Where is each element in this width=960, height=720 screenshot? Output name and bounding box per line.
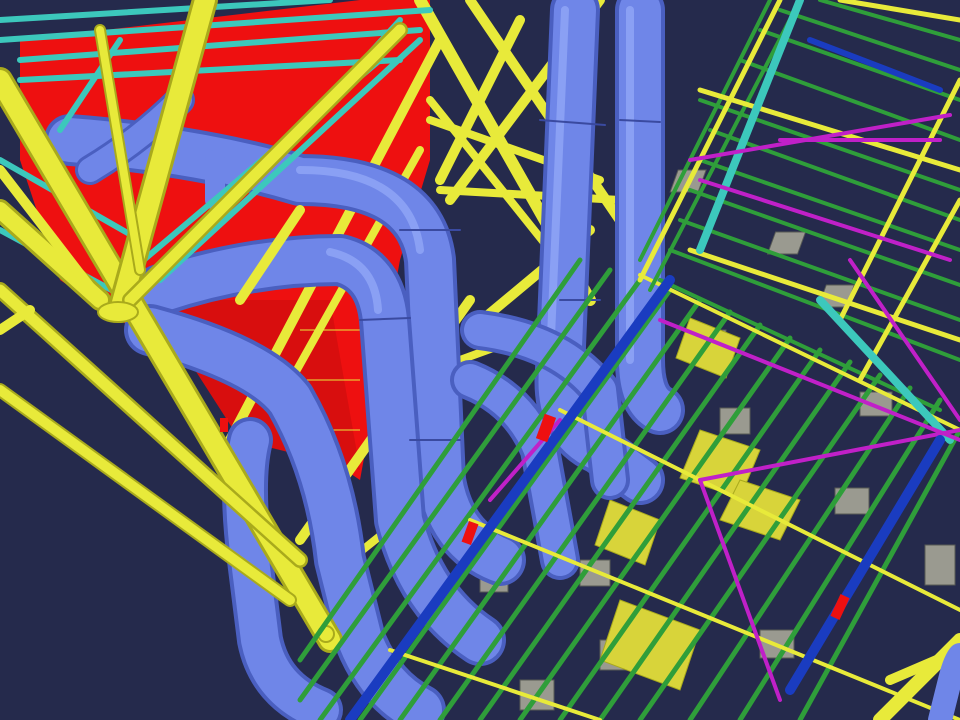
plant-scene: [0, 0, 960, 720]
3d-plant-model-viewport[interactable]: [0, 0, 960, 720]
